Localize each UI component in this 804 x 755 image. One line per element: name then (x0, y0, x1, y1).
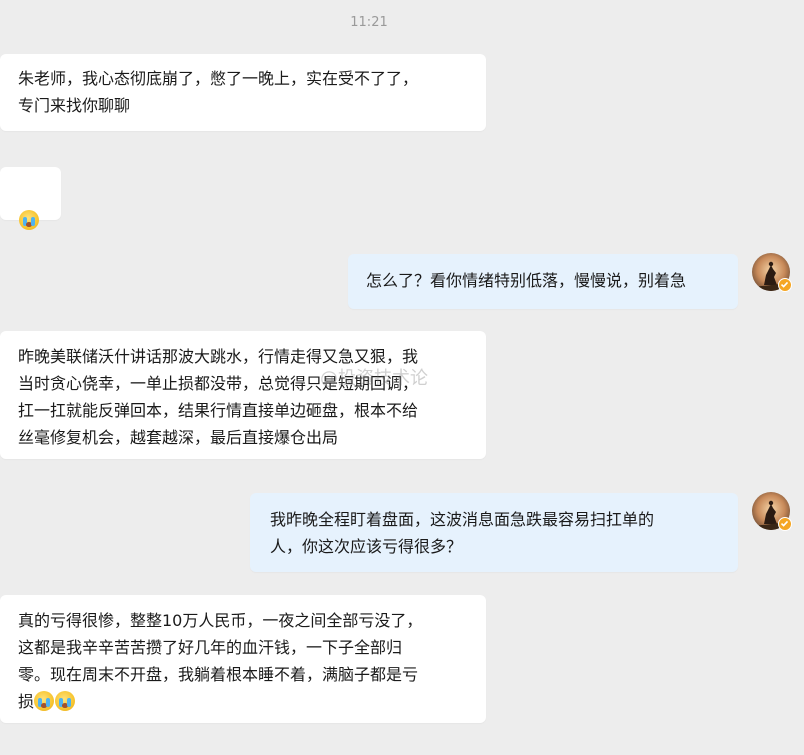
crying-emoji-icon (55, 691, 76, 711)
message-bubble-received[interactable] (0, 167, 61, 230)
message-timestamp: 11:21 (350, 15, 388, 30)
chat-window: 11:21 朱老师，我心态彻底崩了，憋了一晚上，实在受不了了， 专门来找你聊聊 … (0, 0, 804, 755)
message-bubble-sent[interactable]: 我昨晚全程盯着盘面，这波消息面急跌最容易扫扛单的 人，你这次应该亏得很多？ (250, 493, 738, 572)
crying-emoji-icon (34, 691, 55, 711)
user-avatar[interactable] (752, 253, 792, 292)
user-avatar[interactable] (752, 492, 792, 531)
message-bubble-sent[interactable]: 怎么了？看你情绪特别低落，慢慢说，别着急 (348, 254, 738, 309)
verified-badge-icon (778, 517, 792, 531)
message-bubble-received[interactable]: 昨晚美联储沃什讲话那波大跳水，行情走得又急又狠，我 当时贪心侥幸，一单止损都没带… (0, 331, 486, 459)
message-text: 真的亏得很惨，整整10万人民币，一夜之间全部亏没了， 这都是我辛辛苦苦攒了好几年… (18, 611, 423, 711)
message-bubble-received[interactable]: 朱老师，我心态彻底崩了，憋了一晚上，实在受不了了， 专门来找你聊聊 (0, 54, 486, 131)
crying-emoji-icon (19, 210, 39, 230)
verified-badge-icon (778, 278, 792, 292)
message-bubble-received[interactable]: 真的亏得很惨，整整10万人民币，一夜之间全部亏没了， 这都是我辛辛苦苦攒了好几年… (0, 595, 486, 723)
